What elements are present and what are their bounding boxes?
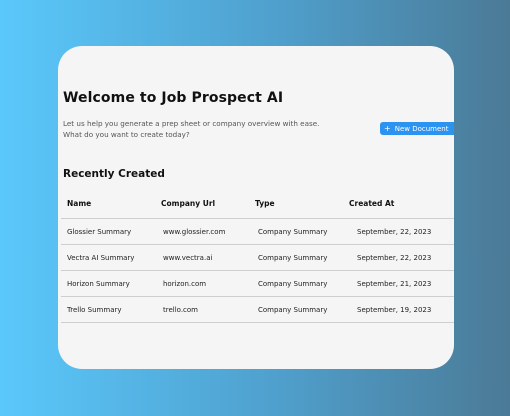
page-subtitle: Let us help you generate a prep sheet or… bbox=[63, 119, 319, 140]
row-created-at: September, 22, 2023 bbox=[357, 253, 432, 262]
subtitle-line-1: Let us help you generate a prep sheet or… bbox=[63, 119, 320, 128]
row-company-url: horizon.com bbox=[163, 279, 207, 288]
main-card: Welcome to Job Prospect AI Let us help y… bbox=[58, 46, 454, 369]
row-type: Company Summary bbox=[258, 227, 328, 236]
row-name: Horizon Summary bbox=[67, 279, 130, 288]
column-header-type[interactable]: Type bbox=[255, 194, 275, 218]
row-created-at: September, 19, 2023 bbox=[357, 305, 432, 314]
recently-created-heading: Recently Created bbox=[63, 168, 165, 180]
page-title: Welcome to Job Prospect AI bbox=[63, 90, 284, 106]
row-type: Company Summary bbox=[258, 253, 328, 262]
table-row[interactable]: Trello Summary trello.com Company Summar… bbox=[61, 297, 454, 323]
table-row[interactable]: Glossier Summary www.glossier.com Compan… bbox=[61, 219, 454, 245]
column-header-company-url[interactable]: Company Url bbox=[161, 194, 215, 218]
row-type: Company Summary bbox=[258, 279, 328, 288]
row-company-url: www.glossier.com bbox=[163, 227, 226, 236]
row-created-at: September, 22, 2023 bbox=[357, 227, 432, 236]
row-company-url: trello.com bbox=[163, 305, 198, 314]
column-header-created-at[interactable]: Created At bbox=[349, 194, 394, 218]
new-document-button[interactable]: + New Document bbox=[380, 122, 454, 135]
row-type: Company Summary bbox=[258, 305, 328, 314]
row-name: Trello Summary bbox=[67, 305, 122, 314]
row-name: Glossier Summary bbox=[67, 227, 132, 236]
column-header-name[interactable]: Name bbox=[67, 194, 91, 218]
subtitle-line-2: What do you want to create today? bbox=[63, 129, 190, 139]
new-document-label: New Document bbox=[394, 124, 449, 133]
row-company-url: www.vectra.ai bbox=[163, 253, 213, 262]
row-name: Vectra AI Summary bbox=[67, 253, 135, 262]
table-row[interactable]: Vectra AI Summary www.vectra.ai Company … bbox=[61, 245, 454, 271]
recent-documents-table: Name Company Url Type Created At Glossie… bbox=[61, 194, 454, 323]
table-header: Name Company Url Type Created At bbox=[61, 194, 454, 219]
plus-icon: + bbox=[384, 123, 391, 133]
row-created-at: September, 21, 2023 bbox=[357, 279, 432, 288]
table-row[interactable]: Horizon Summary horizon.com Company Summ… bbox=[61, 271, 454, 297]
